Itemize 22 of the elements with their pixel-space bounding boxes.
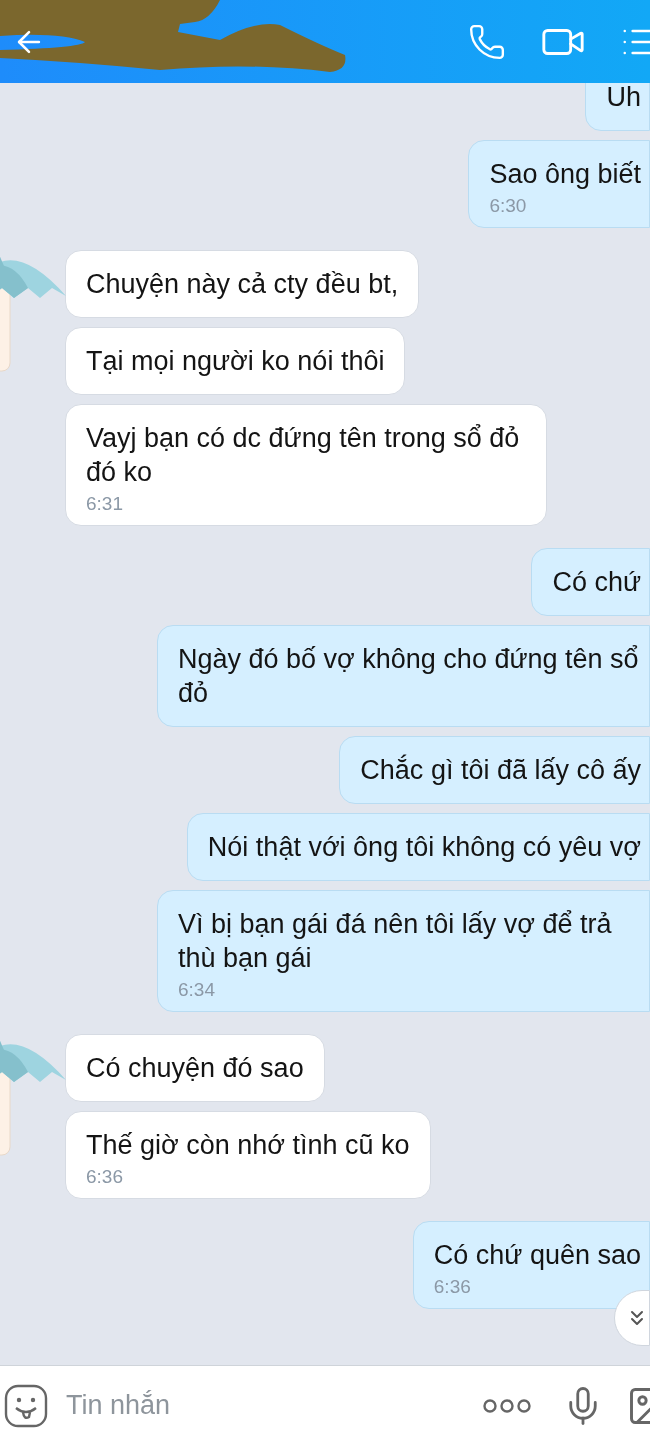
message-text: Vayj bạn có dc đứng tên trong sổ đỏ đó ko xyxy=(86,422,521,489)
sticker-icon[interactable] xyxy=(4,1383,48,1428)
message-text: Chắc gì tôi đã lấy cô ấy xyxy=(360,753,641,787)
phone-call-button[interactable] xyxy=(468,22,506,61)
message-text: Có chứ xyxy=(552,566,641,599)
more-icon[interactable] xyxy=(482,1397,532,1414)
message-text: Có chuyện đó sao xyxy=(86,1052,304,1085)
message-time: 6:36 xyxy=(86,1165,124,1189)
message-text: Vì bị bạn gái đá nên tôi lấy vợ để trả thù bạn gái xyxy=(178,908,613,975)
message-text: Nói thật với ông tôi không có yêu vợ xyxy=(207,831,641,864)
message-time: 6:30 xyxy=(489,194,528,218)
scroll-down-button[interactable] xyxy=(614,1290,650,1346)
message-time: 6:34 xyxy=(178,978,216,1002)
message-time: 6:36 xyxy=(433,1275,472,1299)
message-text: Có chứ quên sao xyxy=(433,1239,641,1272)
message-text: Chuyện này cả cty đều bt, xyxy=(86,268,399,301)
message-text: Ngày đó bố vợ không cho đứng tên sổ đỏ xyxy=(178,643,640,710)
message-text: Sao ông biết xyxy=(489,158,641,191)
message-text: Uh xyxy=(606,83,641,114)
message-time: 6:31 xyxy=(86,492,124,516)
message-text: Thế giờ còn nhớ tình cũ ko xyxy=(86,1129,410,1162)
message-text: Tại mọi người ko nói thôi xyxy=(86,345,385,378)
